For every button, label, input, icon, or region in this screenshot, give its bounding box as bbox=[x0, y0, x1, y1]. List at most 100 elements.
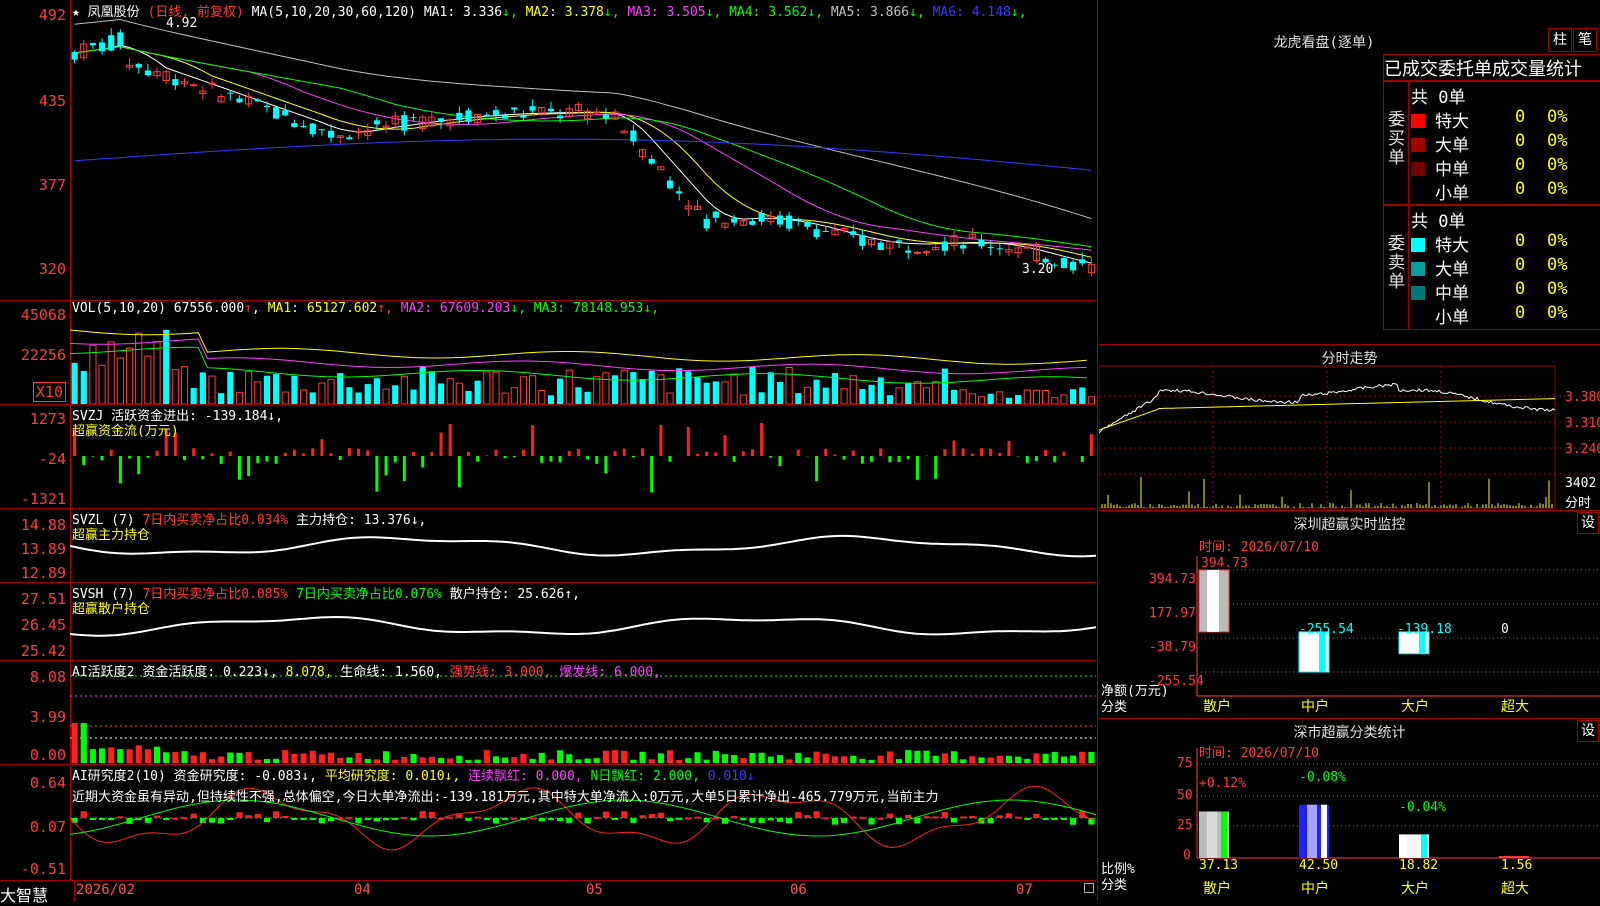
activity-bar bbox=[282, 750, 288, 763]
candle-down bbox=[374, 120, 380, 124]
candle-down bbox=[438, 118, 444, 122]
flow-bar bbox=[1053, 456, 1056, 462]
research-bar bbox=[401, 817, 407, 819]
bar-view-button[interactable]: 柱 bbox=[1548, 28, 1572, 52]
activity-bar bbox=[960, 759, 966, 763]
research-bar bbox=[273, 811, 279, 818]
volume-bar bbox=[795, 393, 801, 404]
activity-bar bbox=[704, 760, 710, 763]
volume-bar bbox=[1015, 395, 1021, 404]
research-bar bbox=[905, 815, 911, 818]
candle-down bbox=[795, 219, 801, 220]
order-count: 0 bbox=[1515, 131, 1525, 151]
candle-down bbox=[291, 123, 297, 127]
activity-bar bbox=[557, 750, 563, 763]
sell-total: 共 0单 bbox=[1411, 207, 1465, 232]
research-bar bbox=[484, 818, 490, 820]
tick-view-button[interactable]: 笔 bbox=[1573, 28, 1597, 52]
svsh-holding: 散户持仓: 25.626↑, bbox=[450, 587, 580, 602]
svsh-panel[interactable]: SVSH (7) 7日内买卖净占比0.085% 7日内买卖净占比0.076% 散… bbox=[70, 582, 1096, 661]
volume-bar bbox=[585, 392, 591, 404]
ai-activity-panel[interactable]: AI活跃度2 资金活跃度: 0.223↓, 8.078, 生命线: 1.560,… bbox=[70, 660, 1096, 765]
price-tick-2: 435 bbox=[39, 92, 66, 110]
research-bar bbox=[1079, 811, 1085, 818]
volume-bar bbox=[923, 388, 929, 404]
lock-icon[interactable] bbox=[1084, 883, 1094, 893]
flow-bar bbox=[91, 456, 94, 457]
svzl-panel[interactable]: SVZL (7) 7日内买卖净占比0.034% 主力持仓: 13.376↓, 超… bbox=[70, 508, 1096, 583]
flow-bar bbox=[751, 449, 754, 456]
candle-down bbox=[72, 52, 78, 60]
mon-tick-2: 177.97 bbox=[1149, 606, 1196, 621]
cls-delta-1: +0.12% bbox=[1199, 776, 1246, 791]
order-percent: 0% bbox=[1547, 107, 1567, 127]
activity-bar bbox=[530, 759, 536, 763]
vol-ma-item-1: MA1: 65127.602 bbox=[268, 301, 378, 316]
flow-bar bbox=[357, 449, 360, 456]
svzj-panel[interactable]: SVZJ 活跃资金进出: -139.184↓, 超赢资金流(万元) bbox=[70, 404, 1096, 509]
research-bar bbox=[777, 818, 783, 822]
x-tick-may: 05 bbox=[586, 882, 603, 898]
sell-orders-box: 委卖单 共 0单 特大00%大单00%中单00%小单00% bbox=[1383, 204, 1600, 330]
flow-bar bbox=[815, 456, 818, 481]
brand-logo[interactable]: 大智慧 bbox=[0, 882, 48, 906]
activity-bar bbox=[539, 753, 545, 763]
flow-bar bbox=[1090, 434, 1093, 456]
volume-panel[interactable]: VOL(5,10,20) 67556.000↑, MA1: 65127.602↑… bbox=[70, 300, 1096, 405]
research-bar bbox=[420, 811, 426, 818]
candlestick-chart[interactable] bbox=[70, 0, 1096, 300]
order-count: 0 bbox=[1515, 303, 1525, 323]
price-chart-panel[interactable]: ★ 凤凰股份 (日线, 前复权) MA(5,10,20,30,60,120) M… bbox=[70, 0, 1096, 301]
x-tick-jul: 07 bbox=[1016, 882, 1033, 898]
research-bar bbox=[997, 815, 1003, 818]
svsh-tick-2: 26.45 bbox=[21, 616, 66, 634]
svzl-axis: 14.88 13.89 12.89 bbox=[0, 508, 71, 583]
research-bar bbox=[1070, 818, 1076, 825]
intraday-chart[interactable] bbox=[1099, 344, 1600, 510]
svzl-tick-2: 13.89 bbox=[21, 540, 66, 558]
activity-bar bbox=[291, 754, 297, 763]
research-bar bbox=[346, 817, 352, 819]
dragon-tiger-panel: 龙虎看盘(逐单) 柱 笔 已成交委托单成交量统计 委买单 共 0单 特大00%大… bbox=[1099, 0, 1600, 345]
ai2-research: 资金研究度: -0.083↓, bbox=[174, 769, 317, 784]
activity-bar bbox=[355, 753, 361, 763]
activity-bar bbox=[236, 753, 242, 763]
intra-vol-max: 3402 bbox=[1565, 476, 1596, 491]
activity-bar bbox=[319, 754, 325, 763]
flow-bar bbox=[293, 450, 296, 456]
flow-bar bbox=[366, 450, 369, 456]
flow-bar bbox=[494, 450, 497, 456]
star-icon[interactable]: ★ bbox=[72, 5, 80, 20]
mon-tick-1: 394.73 bbox=[1149, 572, 1196, 587]
research-bar bbox=[246, 815, 252, 818]
flow-bar bbox=[119, 456, 122, 483]
activity-bar bbox=[997, 756, 1003, 763]
order-percent: 0% bbox=[1547, 255, 1567, 275]
research-bar bbox=[227, 818, 233, 820]
ma-item-3: MA3: 3.505 bbox=[620, 5, 706, 20]
volume-bar bbox=[465, 391, 471, 404]
intraday-panel[interactable]: 分时走势 3.380 3.310 3.240 3402 分时 bbox=[1099, 344, 1600, 511]
flow-bar bbox=[714, 452, 717, 456]
research-bar bbox=[878, 818, 884, 820]
mon-bar bbox=[1299, 632, 1329, 672]
research-bar bbox=[704, 818, 710, 822]
ai-research-panel[interactable]: AI研究度2(10) 资金研究度: -0.083↓, 平均研究度: 0.010↓… bbox=[70, 764, 1096, 881]
flow-bar bbox=[953, 440, 956, 456]
vol-unit: X10 bbox=[33, 382, 66, 402]
candle-down bbox=[456, 113, 462, 120]
ma-item-arrow-5: ↓, bbox=[909, 5, 925, 20]
mon-cat-4: 超大 bbox=[1501, 696, 1529, 716]
candle-down bbox=[227, 93, 233, 94]
research-bar bbox=[163, 818, 169, 820]
activity-bar bbox=[841, 756, 847, 763]
candle-down bbox=[557, 116, 563, 119]
flow-bar bbox=[320, 439, 323, 456]
activity-bar bbox=[108, 747, 114, 763]
flow-bar bbox=[898, 456, 901, 462]
cls-bar bbox=[1199, 811, 1229, 858]
volume-bar bbox=[539, 390, 545, 404]
mon-cat-2: 中户 bbox=[1301, 696, 1329, 716]
ai1-label: AI活跃度2 bbox=[72, 665, 134, 680]
svsh-tick-1: 27.51 bbox=[21, 590, 66, 608]
